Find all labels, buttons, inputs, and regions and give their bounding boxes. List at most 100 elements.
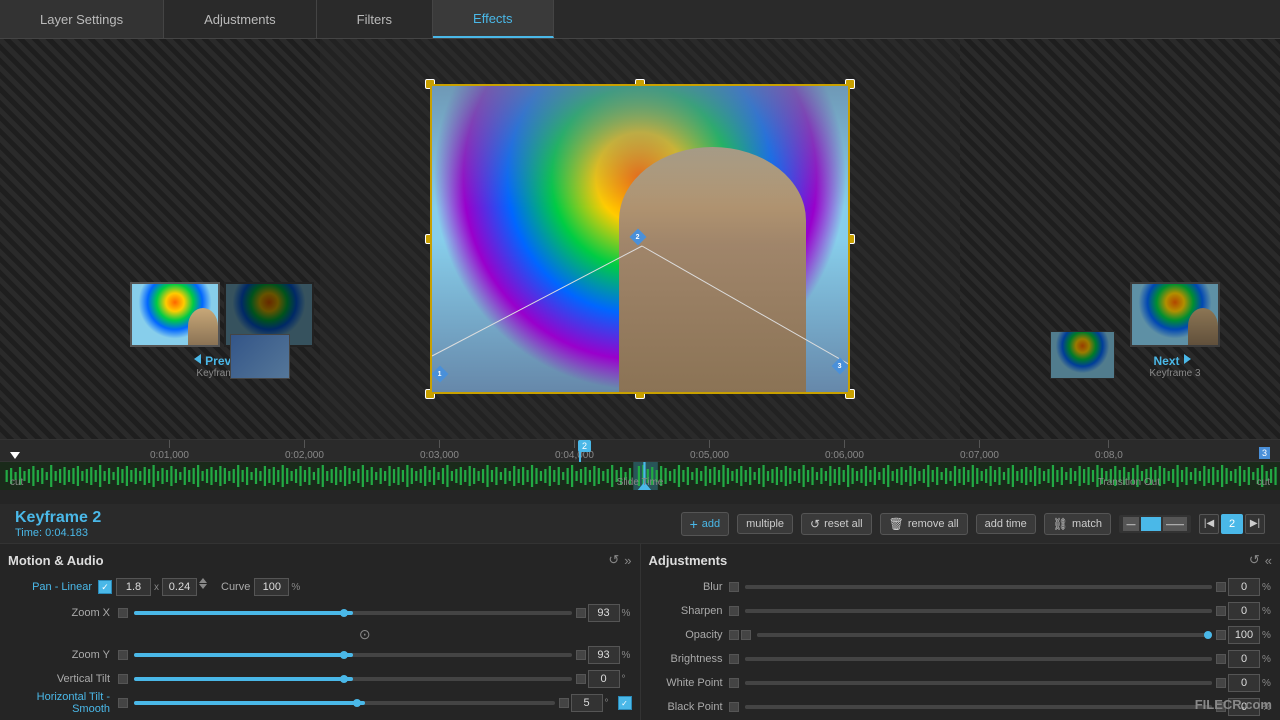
- opacity-check-l[interactable]: [729, 630, 739, 640]
- brightness-check[interactable]: [729, 654, 739, 664]
- keyframe-info: Keyframe 2 Time: 0:04.183: [15, 509, 101, 539]
- pan-arrows[interactable]: [199, 578, 213, 596]
- tab-adjustments[interactable]: Adjustments: [164, 0, 317, 38]
- tick-1s: 0:01,000: [150, 440, 189, 461]
- brightness-row: Brightness 0 %: [649, 648, 1273, 670]
- tab-bar: Layer Settings Adjustments Filters Effec…: [0, 0, 1280, 39]
- blur-end-check[interactable]: [1216, 582, 1226, 592]
- zoom-y-check[interactable]: [118, 650, 128, 660]
- horiz-tilt-thumb[interactable]: [353, 699, 361, 707]
- adj-panel-title: Adjustments: [649, 553, 728, 568]
- next-keyframe-thumb[interactable]: Next Keyframe 3: [1130, 282, 1220, 379]
- prev-keyframe-button[interactable]: |◀: [1199, 514, 1219, 534]
- zoom-y-slider[interactable]: [134, 653, 572, 657]
- next-label: Next: [1153, 354, 1179, 368]
- multiple-button[interactable]: multiple: [737, 514, 793, 534]
- vert-tilt-value[interactable]: 0: [588, 670, 620, 688]
- white-point-slider[interactable]: [745, 681, 1213, 685]
- pan-row: Pan - Linear ✓ x Curve %: [8, 576, 632, 598]
- next-thumb-img: [1130, 282, 1220, 347]
- white-point-end-check[interactable]: [1216, 678, 1226, 688]
- vert-tilt-thumb[interactable]: [340, 675, 348, 683]
- timeline-area: 0:01,000 0:02,000 0:03,000 0:04,000 0:05…: [0, 439, 1280, 504]
- curve-input[interactable]: [254, 578, 289, 596]
- slide-time-label: Slide Time: [617, 477, 664, 488]
- opacity-slider[interactable]: [757, 633, 1213, 637]
- white-point-check[interactable]: [729, 678, 739, 688]
- next-thumb2: [1050, 331, 1115, 379]
- pan-arrow-up[interactable]: [199, 578, 207, 583]
- pan-sep: x: [154, 582, 159, 593]
- waveform-track: cut Slide Time Transition Out cut: [0, 462, 1280, 490]
- add-button[interactable]: + add: [681, 512, 730, 536]
- brightness-value[interactable]: 0: [1228, 650, 1260, 668]
- sharpen-end-check[interactable]: [1216, 606, 1226, 616]
- pan-checkbox[interactable]: ✓: [98, 580, 112, 594]
- blur-check[interactable]: [729, 582, 739, 592]
- match-button[interactable]: ⛓ match: [1044, 513, 1111, 535]
- horiz-tilt-slider[interactable]: [134, 701, 555, 705]
- adj-reset-btn[interactable]: ↺: [1249, 552, 1260, 568]
- blur-slider[interactable]: [745, 585, 1213, 589]
- tab-filters[interactable]: Filters: [317, 0, 433, 38]
- horiz-tilt-end-check[interactable]: [559, 698, 569, 708]
- horiz-tilt-check[interactable]: [118, 698, 128, 708]
- adj-panel-icons: ↺ «: [1249, 552, 1272, 568]
- vert-tilt-slider[interactable]: [134, 677, 572, 681]
- horiz-tilt-label[interactable]: Horizontal Tilt - Smooth: [8, 691, 118, 715]
- adj-collapse-btn[interactable]: «: [1265, 552, 1272, 568]
- add-time-button[interactable]: add time: [976, 514, 1036, 534]
- brightness-slider[interactable]: [745, 657, 1213, 661]
- black-point-check[interactable]: [729, 702, 739, 712]
- vert-tilt-row: Vertical Tilt 0 °: [8, 668, 632, 690]
- zoom-y-unit: %: [622, 650, 632, 661]
- pan-x-input[interactable]: [116, 578, 151, 596]
- vert-tilt-unit: °: [622, 674, 632, 685]
- reset-all-button[interactable]: ↺ reset all: [801, 513, 872, 535]
- remove-all-button[interactable]: 🗑 remove all: [880, 513, 968, 535]
- zoom-y-end-check[interactable]: [576, 650, 586, 660]
- horiz-tilt-active[interactable]: ✓: [618, 696, 632, 710]
- zoom-y-value[interactable]: 93: [588, 646, 620, 664]
- film-strip-left: [0, 39, 320, 439]
- tab-layer-settings[interactable]: Layer Settings: [0, 0, 164, 38]
- motion-panel-title: Motion & Audio: [8, 553, 104, 568]
- horiz-tilt-value[interactable]: 5: [571, 694, 603, 712]
- sharpen-slider[interactable]: [745, 609, 1213, 613]
- blur-row: Blur 0 %: [649, 576, 1273, 598]
- tick-7s: 0:07,000: [960, 440, 999, 461]
- tab-effects[interactable]: Effects: [433, 0, 554, 38]
- motion-reset-btn[interactable]: ↺: [608, 552, 619, 568]
- preview-area: Previous Keyframe 1: [0, 39, 1280, 439]
- sharpen-check[interactable]: [729, 606, 739, 616]
- pan-y-input[interactable]: [162, 578, 197, 596]
- motion-panel-header: Motion & Audio ↺ »: [8, 552, 632, 568]
- next-keyframe-button[interactable]: ▶|: [1245, 514, 1265, 534]
- tick-6s: 0:06,000: [825, 440, 864, 461]
- brightness-end-check[interactable]: [1216, 654, 1226, 664]
- opacity-value[interactable]: 100: [1228, 626, 1260, 644]
- black-point-slider[interactable]: [745, 705, 1213, 709]
- blur-value[interactable]: 0: [1228, 578, 1260, 596]
- opacity-unit: %: [1262, 630, 1272, 641]
- video-frame-container[interactable]: 1 2 3: [430, 84, 850, 394]
- motion-expand-btn[interactable]: »: [624, 552, 631, 568]
- pan-arrow-down[interactable]: [199, 584, 207, 589]
- zoom-x-value[interactable]: 93: [588, 604, 620, 622]
- opacity-check-r[interactable]: [741, 630, 751, 640]
- link-icon[interactable]: ⊙: [359, 626, 371, 643]
- sharpen-value[interactable]: 0: [1228, 602, 1260, 620]
- zoom-x-check[interactable]: [118, 608, 128, 618]
- zoom-x-slider[interactable]: [134, 611, 572, 615]
- sharpen-row: Sharpen 0 %: [649, 600, 1273, 622]
- zoom-x-end-check[interactable]: [576, 608, 586, 618]
- white-point-value[interactable]: 0: [1228, 674, 1260, 692]
- pan-label: Pan - Linear: [8, 581, 98, 593]
- opacity-end-check[interactable]: [1216, 630, 1226, 640]
- prev-thumb-img: [130, 282, 220, 347]
- vert-tilt-end-check[interactable]: [576, 674, 586, 684]
- zoom-y-thumb[interactable]: [340, 651, 348, 659]
- zoom-x-unit: %: [622, 608, 632, 619]
- zoom-x-thumb[interactable]: [340, 609, 348, 617]
- vert-tilt-check[interactable]: [118, 674, 128, 684]
